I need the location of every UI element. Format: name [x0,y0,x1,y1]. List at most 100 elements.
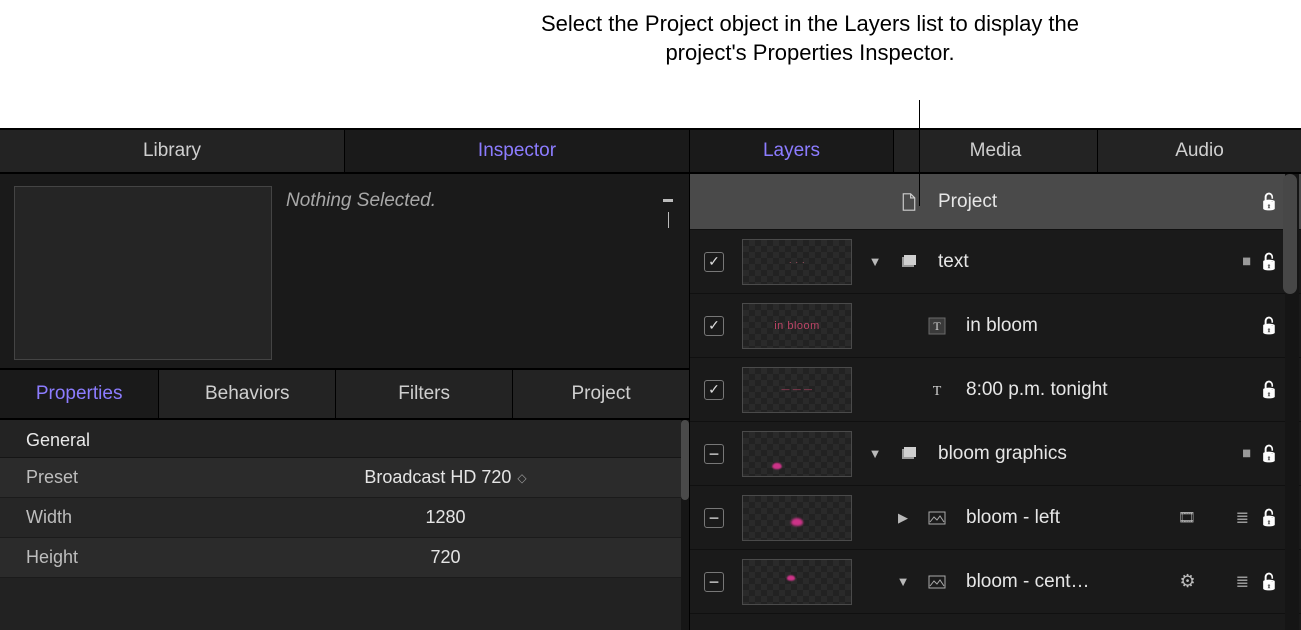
bloom-cent-disclosure[interactable] [894,574,912,589]
pin-icon-stem [668,212,669,228]
nothing-selected-label: Nothing Selected. [286,190,436,211]
tonight-name[interactable]: 8:00 p.m. tonight [966,379,1245,401]
tonight-checkbox[interactable] [700,380,728,400]
preset-label: Preset [26,467,236,488]
text-layer-icon: T [926,316,948,336]
tab-layers[interactable]: Layers [690,130,894,172]
props-scrollbar-thumb[interactable] [681,420,689,500]
group-icon [898,252,920,272]
general-section-header: General [0,420,681,458]
gear-icon[interactable] [1180,571,1196,592]
inspector-subtabs: Properties Behaviors Filters Project [0,370,689,420]
tab-media[interactable]: Media [894,130,1098,172]
bloom-left-checkbox[interactable] [700,508,728,528]
height-value[interactable]: 720 [236,547,655,568]
text-group-badges [1242,252,1279,272]
preview-thumbnail [14,186,272,360]
in-bloom-badges [1259,316,1279,336]
subtab-behaviors[interactable]: Behaviors [159,370,336,418]
properties-body: General Preset Broadcast HD 720 Width 12… [0,420,689,630]
layers-scrollbar-track[interactable] [1285,174,1299,630]
subtab-project[interactable]: Project [513,370,689,418]
bloom-left-name[interactable]: bloom - left [966,507,1164,529]
lock-icon[interactable] [1259,192,1279,212]
layer-row-text-group[interactable]: · · · text [690,230,1301,294]
stack-icon[interactable] [1236,508,1249,528]
right-pane: Layers Media Audio Project · · [690,128,1301,630]
lock-icon[interactable] [1259,380,1279,400]
left-tab-row: Library Inspector [0,128,689,174]
tab-audio[interactable]: Audio [1098,130,1301,172]
bloom-graphics-thumb [742,431,852,477]
width-row: Width 1280 [0,498,681,538]
bloom-left-badges [1178,508,1279,528]
left-pane: Library Inspector Nothing Selected. Prop… [0,128,690,630]
pin-icon [663,186,673,208]
lock-icon[interactable] [1259,252,1279,272]
preset-row: Preset Broadcast HD 720 [0,458,681,498]
in-bloom-thumb: in bloom [742,303,852,349]
bloom-cent-badges [1180,571,1279,592]
bloom-graphics-name[interactable]: bloom graphics [938,443,1228,465]
bloom-cent-thumb [742,559,852,605]
bloom-graphics-checkbox[interactable] [700,444,728,464]
preview-info: Nothing Selected. [286,186,675,360]
document-icon [898,192,920,212]
pass-through-icon[interactable] [1242,256,1249,267]
bloom-graphics-disclosure[interactable] [866,446,884,461]
tonight-thumb: — — — [742,367,852,413]
in-bloom-checkbox[interactable] [700,316,728,336]
tab-library[interactable]: Library [0,130,345,172]
app-window: Library Inspector Nothing Selected. Prop… [0,128,1301,630]
image-layer-icon [926,572,948,592]
layer-row-tonight[interactable]: — — — T 8:00 p.m. tonight [690,358,1301,422]
bloom-cent-checkbox[interactable] [700,572,728,592]
callout-text: Select the Project object in the Layers … [540,10,1080,67]
layers-list: Project · · · text [690,174,1301,630]
stack-icon[interactable] [1236,572,1249,592]
preview-area: Nothing Selected. [0,174,689,370]
preset-value[interactable]: Broadcast HD 720 [236,467,655,488]
subtab-filters[interactable]: Filters [336,370,513,418]
tab-inspector[interactable]: Inspector [345,130,689,172]
filmstrip-icon[interactable] [1178,509,1196,526]
height-label: Height [26,547,236,568]
height-row: Height 720 [0,538,681,578]
layer-row-bloom-cent[interactable]: bloom - cent… [690,550,1301,614]
text-layer-icon: T [926,380,948,400]
in-bloom-thumb-text: in bloom [774,320,820,332]
text-group-checkbox[interactable] [700,252,728,272]
layers-scrollbar-thumb[interactable] [1283,174,1297,294]
layer-row-bloom-graphics[interactable]: bloom graphics [690,422,1301,486]
lock-icon[interactable] [1259,316,1279,336]
group-icon [898,444,920,464]
bloom-left-disclosure[interactable] [894,510,912,526]
svg-text:T: T [933,319,941,333]
project-badges [1259,192,1279,212]
in-bloom-name[interactable]: in bloom [966,315,1245,337]
width-value[interactable]: 1280 [236,507,655,528]
text-group-name[interactable]: text [938,251,1228,273]
text-group-disclosure[interactable] [866,254,884,269]
lock-icon[interactable] [1259,508,1279,528]
bloom-graphics-badges [1242,444,1279,464]
subtab-properties[interactable]: Properties [0,370,159,418]
width-label: Width [26,507,236,528]
right-tab-row: Layers Media Audio [690,128,1301,174]
pass-through-icon[interactable] [1242,448,1249,459]
lock-icon[interactable] [1259,444,1279,464]
lock-icon[interactable] [1259,572,1279,592]
tonight-badges [1259,380,1279,400]
pin-control[interactable] [663,186,673,228]
project-name[interactable]: Project [938,191,1245,213]
bloom-left-thumb [742,495,852,541]
layer-row-bloom-left[interactable]: bloom - left [690,486,1301,550]
image-layer-icon [926,508,948,528]
props-scrollbar-track[interactable] [681,420,689,630]
callout-annotation: Select the Project object in the Layers … [0,0,1301,128]
bloom-cent-name[interactable]: bloom - cent… [966,571,1166,593]
layer-row-in-bloom[interactable]: in bloom T in bloom [690,294,1301,358]
text-group-thumb: · · · [742,239,852,285]
svg-text:T: T [933,384,942,399]
layer-row-project[interactable]: Project [690,174,1301,230]
